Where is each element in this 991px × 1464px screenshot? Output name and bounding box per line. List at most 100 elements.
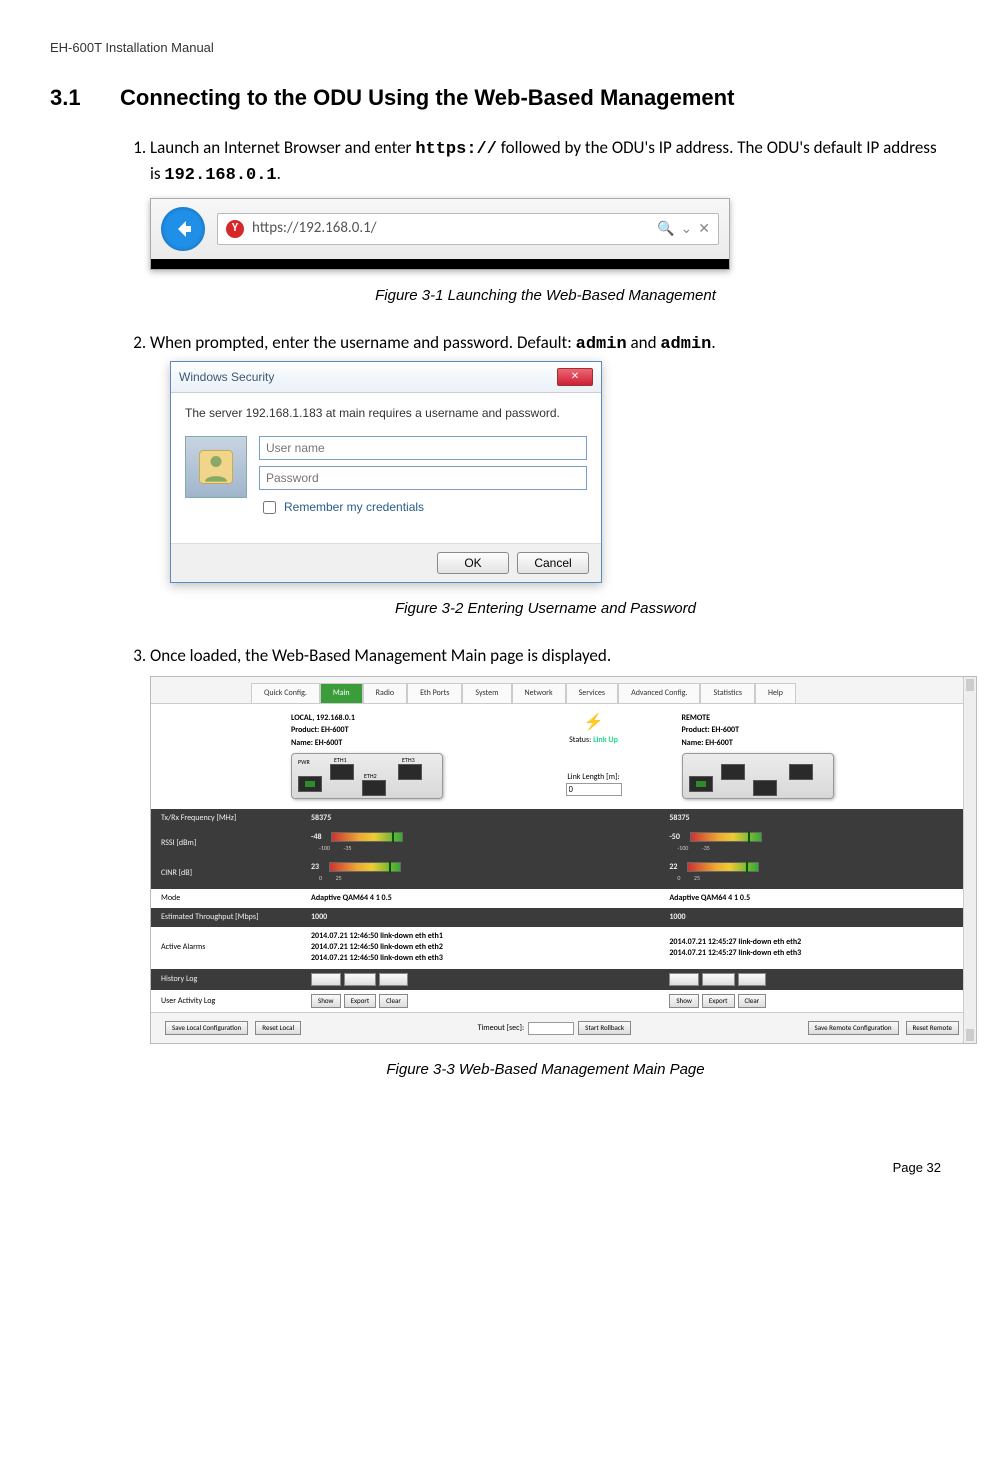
show-button[interactable]: Show xyxy=(669,973,699,987)
export-button[interactable]: Export xyxy=(702,973,735,987)
section-number: 3.1 xyxy=(50,85,120,111)
remote-heading: REMOTE xyxy=(682,713,957,724)
tab-eth-ports[interactable]: Eth Ports xyxy=(407,683,462,703)
avatar-icon xyxy=(185,436,247,498)
link-length-input[interactable] xyxy=(566,783,622,796)
remote-product: Product: EH-600T xyxy=(682,725,957,736)
clear-button[interactable]: Clear xyxy=(738,973,767,987)
clear-button[interactable]: Clear xyxy=(379,973,408,987)
step2-text-b: and xyxy=(627,332,661,353)
show-button[interactable]: Show xyxy=(311,994,341,1008)
table-row: Estimated Throughput [Mbps]10001000 xyxy=(151,908,976,927)
port-eth1-r xyxy=(721,764,745,780)
export-button[interactable]: Export xyxy=(344,994,377,1008)
tab-main[interactable]: Main xyxy=(320,683,363,703)
save-remote-button[interactable]: Save Remote Configuration xyxy=(808,1021,899,1035)
timeout-input[interactable] xyxy=(528,1022,574,1035)
gauge-icon xyxy=(329,862,401,872)
port-pwr-r xyxy=(689,776,713,792)
local-heading: LOCAL, 192.168.0.1 xyxy=(291,713,566,724)
table-row: Active Alarms2014.07.21 12:46:50 link-do… xyxy=(151,927,976,969)
start-rollback-button[interactable]: Start Rollback xyxy=(578,1021,631,1035)
back-button[interactable] xyxy=(161,207,205,251)
tab-strip xyxy=(151,259,729,269)
mgmt-footer: Save Local Configuration Reset Local Tim… xyxy=(151,1012,976,1043)
step2-code1: admin xyxy=(576,335,627,354)
step1-code2: 192.168.0.1 xyxy=(164,166,276,185)
tab-advanced-config-[interactable]: Advanced Config. xyxy=(618,683,700,703)
clear-button[interactable]: Clear xyxy=(738,994,767,1008)
arrow-left-icon xyxy=(171,217,195,241)
remote-device-icon xyxy=(682,753,834,799)
step-2: When prompted, enter the username and pa… xyxy=(150,331,941,620)
dialog-message: The server 192.168.1.183 at main require… xyxy=(185,405,587,422)
step2-text-c: . xyxy=(711,332,715,353)
save-local-button[interactable]: Save Local Configuration xyxy=(165,1021,248,1035)
tab-help[interactable]: Help xyxy=(755,683,796,703)
figure-3-mgmt-page: Quick Config.MainRadioEth PortsSystemNet… xyxy=(150,676,977,1044)
table-row: ModeAdaptive QAM64 4 1 0.5Adaptive QAM64… xyxy=(151,889,976,908)
dropdown-caret-icon[interactable]: ⌄ xyxy=(681,219,693,239)
port-eth2-r xyxy=(753,780,777,796)
remember-checkbox[interactable] xyxy=(263,501,276,514)
step1-text-c: . xyxy=(277,163,281,184)
username-input[interactable] xyxy=(259,436,587,460)
search-dropdown-icon[interactable]: 🔍 xyxy=(657,219,674,239)
gauge-icon xyxy=(687,862,759,872)
tab-quick-config-[interactable]: Quick Config. xyxy=(251,683,320,703)
page-footer: Page 32 xyxy=(50,1160,941,1175)
port-eth3 xyxy=(398,764,422,780)
tab-system[interactable]: System xyxy=(462,683,511,703)
step1-code1: https:// xyxy=(415,140,497,159)
table-row: User Activity LogShowExportClearShowExpo… xyxy=(151,990,976,1012)
reset-local-button[interactable]: Reset Local xyxy=(255,1021,301,1035)
tab-radio[interactable]: Radio xyxy=(363,683,407,703)
clear-button[interactable]: Clear xyxy=(379,994,408,1008)
status-table: Tx/Rx Frequency [MHz]5837558375RSSI [dBm… xyxy=(151,809,976,1012)
export-button[interactable]: Export xyxy=(344,973,377,987)
status-label: Status: xyxy=(569,735,591,745)
local-product: Product: EH-600T xyxy=(291,725,566,736)
step-1: Launch an Internet Browser and enter htt… xyxy=(150,136,941,306)
dialog-title: Windows Security xyxy=(179,369,274,386)
figure-2-caption: Figure 3-2 Entering Username and Passwor… xyxy=(150,598,941,619)
gauge-icon xyxy=(690,832,762,842)
figure-1-caption: Figure 3-1 Launching the Web-Based Manag… xyxy=(150,285,941,306)
tab-services[interactable]: Services xyxy=(566,683,618,703)
site-icon: Y xyxy=(226,220,244,238)
show-button[interactable]: Show xyxy=(669,994,699,1008)
step2-code2: admin xyxy=(660,335,711,354)
remember-text: Remember my credentials xyxy=(284,499,424,516)
section-title: Connecting to the ODU Using the Web-Base… xyxy=(120,85,734,110)
port-eth1 xyxy=(330,764,354,780)
tab-statistics[interactable]: Statistics xyxy=(700,683,754,703)
password-input[interactable] xyxy=(259,466,587,490)
figure-1-browser: Y https://192.168.0.1/ 🔍 ⌄ ✕ xyxy=(150,198,730,270)
local-device-icon: PWR ETH1 ETH2 ETH3 xyxy=(291,753,443,799)
step2-text-a: When prompted, enter the username and pa… xyxy=(150,332,576,353)
step3-text: Once loaded, the Web-Based Management Ma… xyxy=(150,645,611,666)
tab-network[interactable]: Network xyxy=(512,683,566,703)
figure-3-caption: Figure 3-3 Web-Based Management Main Pag… xyxy=(150,1059,941,1080)
figure-2-dialog: Windows Security ✕ The server 192.168.1.… xyxy=(170,361,602,583)
reset-remote-button[interactable]: Reset Remote xyxy=(906,1021,959,1035)
port-pwr xyxy=(298,776,322,792)
show-button[interactable]: Show xyxy=(311,973,341,987)
link-status-icon: ⚡ xyxy=(566,712,622,734)
remote-name: Name: EH-600T xyxy=(682,738,957,749)
step1-text-a: Launch an Internet Browser and enter xyxy=(150,137,415,158)
dialog-close-button[interactable]: ✕ xyxy=(557,368,593,386)
status-value: Link Up xyxy=(593,735,618,745)
address-bar[interactable]: Y https://192.168.0.1/ 🔍 ⌄ ✕ xyxy=(217,213,719,245)
remember-checkbox-label[interactable]: Remember my credentials xyxy=(259,498,587,517)
scrollbar[interactable] xyxy=(963,677,976,1043)
export-button[interactable]: Export xyxy=(702,994,735,1008)
close-icon[interactable]: ✕ xyxy=(698,219,710,239)
port-eth2 xyxy=(362,780,386,796)
doc-header: EH-600T Installation Manual xyxy=(50,40,941,55)
cancel-button[interactable]: Cancel xyxy=(517,552,589,574)
ok-button[interactable]: OK xyxy=(437,552,509,574)
gauge-icon xyxy=(331,832,403,842)
local-name: Name: EH-600T xyxy=(291,738,566,749)
port-label-pwr: PWR xyxy=(298,758,310,766)
